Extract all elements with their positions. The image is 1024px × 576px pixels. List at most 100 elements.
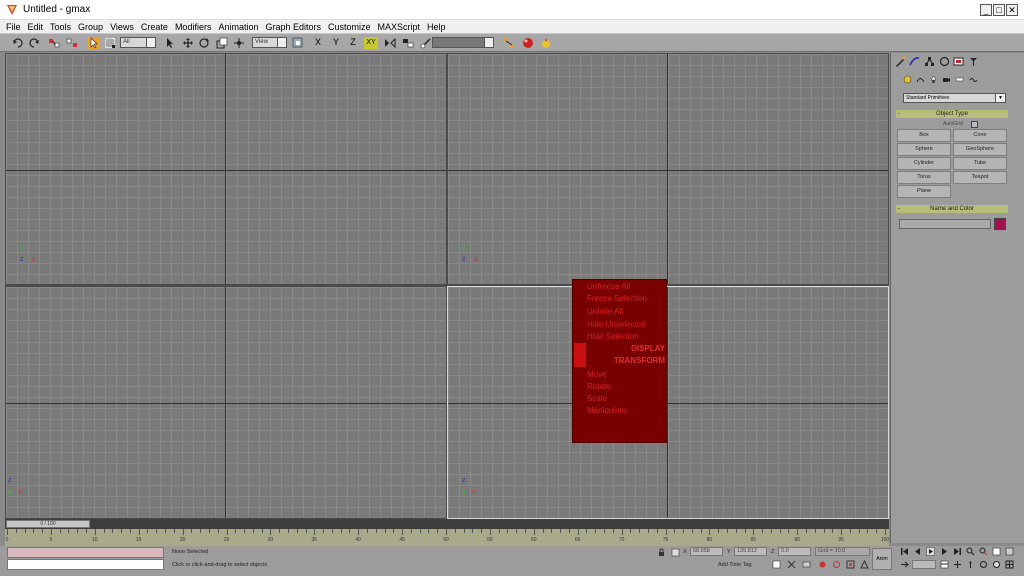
- use-pivot-center-icon[interactable]: [292, 37, 304, 49]
- snap-toggle-icon[interactable]: [420, 37, 432, 49]
- orbit-icon[interactable]: [979, 560, 988, 569]
- menu-animation[interactable]: Animation: [218, 22, 258, 32]
- align-icon[interactable]: [402, 37, 414, 49]
- shapes-icon[interactable]: [916, 75, 925, 84]
- go-to-start-icon[interactable]: [900, 547, 909, 556]
- zoom-extents-all-selected-icon[interactable]: [1005, 547, 1014, 556]
- object-type-rollout-header[interactable]: - Object Type: [896, 110, 1008, 118]
- maximize-button[interactable]: □: [993, 4, 1005, 16]
- quad-item-move[interactable]: Move: [573, 369, 668, 381]
- quad-item-freeze-selection[interactable]: Freeze Selection: [573, 293, 668, 305]
- geometry-icon[interactable]: [903, 75, 912, 84]
- motion-tab-icon[interactable]: [939, 56, 950, 67]
- cone-button[interactable]: Cone: [953, 129, 1007, 142]
- teapot-button[interactable]: Teapot: [953, 171, 1007, 184]
- play-icon[interactable]: [926, 547, 935, 556]
- menu-help[interactable]: Help: [427, 22, 446, 32]
- menu-group[interactable]: Group: [78, 22, 103, 32]
- named-selection-sets-dropdown[interactable]: [432, 37, 494, 48]
- viewport-left[interactable]: z y x: [6, 287, 446, 518]
- select-object-icon[interactable]: [88, 37, 100, 49]
- select-and-rotate-icon[interactable]: [198, 37, 210, 49]
- orbit-subobject-icon[interactable]: [992, 560, 1001, 569]
- restrict-to-z-button[interactable]: Z: [347, 37, 359, 49]
- utilities-tab-icon[interactable]: [968, 56, 979, 67]
- menu-graph-editors[interactable]: Graph Editors: [265, 22, 321, 32]
- x-coordinate-field[interactable]: 68.958: [690, 547, 723, 556]
- selection-filter-dropdown[interactable]: All: [120, 37, 156, 48]
- lock-selection-icon[interactable]: [657, 548, 666, 557]
- zoom-extents-all-icon[interactable]: [992, 547, 1001, 556]
- object-name-field[interactable]: [899, 219, 991, 229]
- geosphere-button[interactable]: GeoSphere: [953, 143, 1007, 156]
- tube-button[interactable]: Tube: [953, 157, 1007, 170]
- previous-frame-icon[interactable]: [913, 547, 922, 556]
- space-warps-icon[interactable]: [969, 75, 978, 84]
- cameras-icon[interactable]: [942, 75, 951, 84]
- gmax-app-icon[interactable]: [6, 4, 18, 16]
- time-slider-thumb[interactable]: 0 / 100: [6, 520, 90, 528]
- autogrid-checkbox[interactable]: [971, 121, 978, 128]
- schematic-view-icon[interactable]: [503, 37, 515, 49]
- render-scene-icon[interactable]: [540, 37, 552, 49]
- name-and-color-rollout-header[interactable]: - Name and Color: [896, 205, 1008, 213]
- field-of-view-icon[interactable]: [860, 560, 869, 569]
- arc-rotate-icon[interactable]: [966, 560, 975, 569]
- maxscript-listener-output[interactable]: [7, 547, 164, 558]
- quad-item-rotate[interactable]: Rotate: [573, 381, 668, 393]
- absolute-mode-icon[interactable]: [671, 548, 680, 557]
- current-frame-field[interactable]: [912, 560, 936, 569]
- lights-icon[interactable]: [929, 75, 938, 84]
- quad-item-unhide-all[interactable]: Unhide All: [573, 306, 668, 318]
- select-and-manipulate-icon[interactable]: [233, 37, 245, 49]
- menu-customize[interactable]: Customize: [328, 22, 371, 32]
- plane-button[interactable]: Plane: [897, 185, 951, 198]
- zoom-icon[interactable]: [966, 547, 975, 556]
- go-to-end-icon[interactable]: [953, 547, 962, 556]
- key-mode-toggle-icon[interactable]: [900, 560, 909, 569]
- time-slider[interactable]: 0 / 100: [5, 519, 889, 529]
- select-and-scale-icon[interactable]: [216, 37, 228, 49]
- time-configuration-icon[interactable]: [940, 560, 949, 569]
- display-tab-icon[interactable]: [953, 56, 964, 67]
- menu-create[interactable]: Create: [141, 22, 168, 32]
- pan-view-icon[interactable]: [953, 560, 962, 569]
- y-coordinate-field[interactable]: 135.812: [734, 547, 767, 556]
- zoom-all-icon[interactable]: [979, 547, 988, 556]
- menu-views[interactable]: Views: [110, 22, 134, 32]
- animate-mode-toggle[interactable]: Anim: [872, 548, 892, 570]
- menu-modifiers[interactable]: Modifiers: [175, 22, 212, 32]
- track-bar[interactable]: 0 5 10 15 20 25 30 35 40 45 50 55 60 65 70 75 80 85 90 95 10…: [5, 529, 889, 546]
- quad-item-scale[interactable]: Scale: [573, 393, 668, 405]
- object-color-swatch[interactable]: [994, 218, 1006, 230]
- select-and-move-icon[interactable]: [182, 37, 194, 49]
- menu-file[interactable]: File: [6, 22, 21, 32]
- undo-icon[interactable]: [12, 37, 24, 49]
- zoom-extents-icon[interactable]: [846, 560, 855, 569]
- menu-edit[interactable]: Edit: [28, 22, 44, 32]
- menu-tools[interactable]: Tools: [50, 22, 71, 32]
- select-by-name-icon[interactable]: [164, 37, 176, 49]
- restrict-to-y-button[interactable]: Y: [330, 37, 342, 49]
- next-frame-icon[interactable]: [940, 547, 949, 556]
- rotate-view-icon[interactable]: [832, 560, 841, 569]
- primitive-category-dropdown[interactable]: Standard Primitives: [903, 93, 1006, 103]
- close-button[interactable]: ✕: [1006, 4, 1018, 16]
- restrict-to-xy-button[interactable]: XY: [364, 37, 378, 49]
- maxscript-listener-input[interactable]: [7, 559, 164, 570]
- viewport-top[interactable]: y z x: [6, 54, 446, 284]
- key-mode-icon[interactable]: [772, 560, 781, 569]
- quad-item-manipulate[interactable]: Manipulate: [573, 405, 668, 417]
- quad-item-hide-unselected[interactable]: Hide Unselected: [573, 319, 668, 331]
- maximize-viewport-icon[interactable]: [1005, 560, 1014, 569]
- reference-coordinate-dropdown[interactable]: View: [252, 37, 287, 48]
- rectangular-selection-icon[interactable]: [104, 37, 116, 49]
- quad-item-unfreeze-all[interactable]: Unfreeze All: [573, 281, 668, 293]
- material-editor-icon[interactable]: [522, 37, 534, 49]
- add-time-tag-button[interactable]: Add Time Tag: [718, 562, 752, 568]
- select-and-link-icon[interactable]: [48, 37, 60, 49]
- restrict-to-x-button[interactable]: X: [312, 37, 324, 49]
- crossing-icon[interactable]: [787, 560, 796, 569]
- create-tab-icon[interactable]: [895, 56, 906, 67]
- z-coordinate-field[interactable]: 0.0: [778, 547, 811, 556]
